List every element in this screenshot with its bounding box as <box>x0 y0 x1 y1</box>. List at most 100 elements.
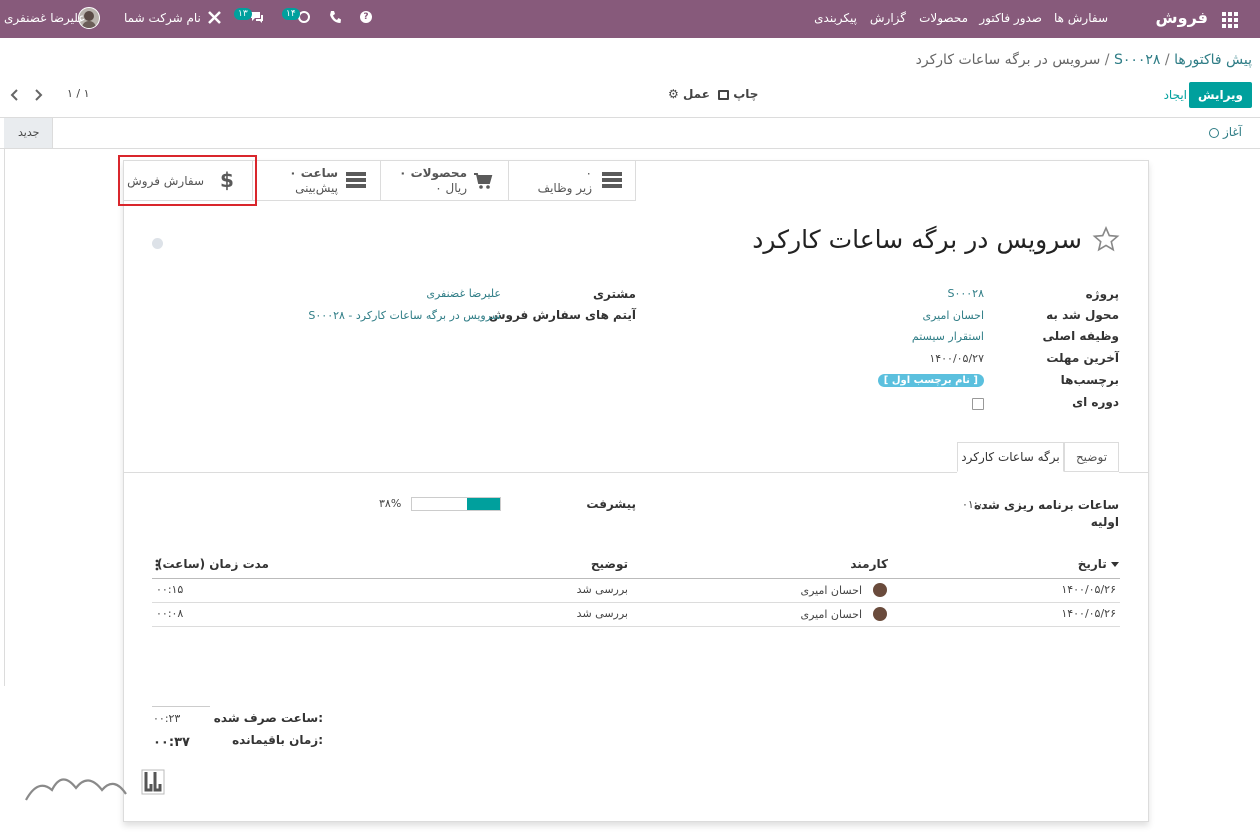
deadline-value[interactable]: ۱۴۰۰/۰۵/۲۷ <box>929 352 984 365</box>
app-name: فروش <box>1155 8 1208 27</box>
company-switcher[interactable]: نام شرکت شما <box>124 11 201 25</box>
print-icon <box>718 89 729 100</box>
tab-description[interactable]: توضیح <box>1064 442 1119 472</box>
table-row-divider <box>152 602 1120 603</box>
column-duration[interactable]: مدت زمان (ساعت) <box>157 557 269 571</box>
stage-start-label: آغاز <box>1222 125 1242 139</box>
pager-previous-icon[interactable] <box>9 88 19 102</box>
column-date-label: تاریخ <box>1077 557 1107 571</box>
row-description[interactable]: بررسی شد <box>577 583 628 596</box>
menu-invoicing[interactable]: صدور فاکتور <box>979 11 1042 25</box>
breadcrumb-order[interactable]: S۰۰۰۲۸ <box>1114 52 1160 68</box>
activities-icon[interactable] <box>298 11 310 23</box>
edit-button[interactable]: ویرایش <box>1188 82 1252 108</box>
subtasks-label: زیر وظایف <box>537 181 592 195</box>
breadcrumb-separator: / <box>1164 52 1170 68</box>
customer-value[interactable]: علیرضا غضنفری <box>426 287 501 300</box>
row-date[interactable]: ۱۴۰۰/۰۵/۲۶ <box>1061 607 1116 620</box>
row-employee[interactable]: احسان امیری <box>800 608 862 621</box>
messages-icon[interactable] <box>250 10 264 24</box>
favorite-star-icon[interactable] <box>1092 225 1120 252</box>
menu-configuration[interactable]: پیکربندی <box>814 11 857 25</box>
column-date[interactable]: تاریخ <box>1078 557 1119 571</box>
apps-menu-icon[interactable] <box>1222 12 1238 28</box>
progress-label: پیشرفت <box>586 497 636 511</box>
subtasks-button[interactable]: ۰ زیر وظایف <box>508 161 636 201</box>
deadline-label: آخرین مهلت <box>1046 351 1119 365</box>
highlight-frame <box>118 155 257 206</box>
assigned-value[interactable]: احسان امیری <box>922 309 984 322</box>
stage-new-label: جدید <box>18 126 40 139</box>
action-label: عمل <box>682 87 710 101</box>
create-button[interactable]: ایجاد <box>1164 88 1187 102</box>
menu-sale-orders[interactable]: سفارش ها <box>1054 11 1108 25</box>
task-title[interactable]: سرویس در برگه ساعات کارکرد <box>752 225 1082 254</box>
tab-timesheets[interactable]: برگه ساعات کارکرد <box>957 442 1064 472</box>
tabs-divider-right <box>1119 472 1148 473</box>
row-date[interactable]: ۱۴۰۰/۰۵/۲۶ <box>1061 583 1116 596</box>
planned-hours-label: ساعات برنامه ریزی شده اولیه <box>974 498 1119 529</box>
spent-hours-value: ۰۰:۲۳ <box>153 712 181 725</box>
column-employee[interactable]: کارمند <box>850 557 888 571</box>
tag-badge[interactable]: [ نام برچسب اول ] <box>877 374 984 387</box>
products-button[interactable]: ۰ محصولات ۰ ریال <box>380 161 508 201</box>
planned-hours-label: پیش‌بینی <box>295 181 338 195</box>
products-count: ۰ محصولات <box>399 166 467 180</box>
optional-columns-icon[interactable] <box>155 559 159 571</box>
assigned-label: محول شد به <box>1046 308 1119 322</box>
employee-avatar <box>873 607 887 621</box>
tab-timesheets-label: برگه ساعات کارکرد <box>961 450 1060 464</box>
stage-start[interactable]: آغاز <box>1209 125 1242 139</box>
watermark-logo <box>18 760 170 810</box>
cart-icon <box>473 172 493 190</box>
project-label: پروژه <box>1085 287 1119 301</box>
activities-badge: ۱۴ <box>282 8 300 20</box>
print-button[interactable]: چاپ <box>718 87 758 101</box>
action-button[interactable]: ⚙ عمل <box>668 87 710 101</box>
breadcrumb: پیش فاکتورها / S۰۰۰۲۸ / سرویس در برگه سا… <box>916 52 1252 68</box>
row-duration[interactable]: ۰۰:۱۵ <box>156 583 183 596</box>
help-icon[interactable]: ? <box>360 11 372 23</box>
parent-task-value[interactable]: استقرار سیستم <box>912 330 984 343</box>
statusbar-divider <box>0 148 1260 149</box>
tab-description-label: توضیح <box>1075 450 1108 464</box>
pager-value[interactable]: ۱ / ۱ <box>67 87 90 100</box>
row-duration[interactable]: ۰۰:۰۸ <box>156 607 183 620</box>
progress-bar-fill <box>467 498 500 510</box>
debug-tools-icon[interactable] <box>208 11 221 24</box>
clock-icon <box>1209 127 1220 138</box>
menu-reporting[interactable]: گزارش <box>870 11 906 25</box>
stage-new[interactable]: جدید <box>4 118 53 148</box>
tags-label: برچسب‌ها <box>1060 373 1119 387</box>
row-employee[interactable]: احسان امیری <box>800 584 862 597</box>
employee-avatar <box>873 583 887 597</box>
kanban-state-dot[interactable] <box>152 238 163 249</box>
row-description[interactable]: بررسی شد <box>577 607 628 620</box>
top-navbar: فروش سفارش ها صدور فاکتور محصولات گزارش … <box>0 0 1260 38</box>
so-item-value[interactable]: S۰۰۰۲۸ - سرویس در برگه ساعات کارکرد <box>308 309 501 322</box>
progress-percent: ۳۸% <box>379 497 402 510</box>
recurring-checkbox[interactable] <box>972 398 984 410</box>
remaining-hours-value: ۰۰:۳۷ <box>153 735 190 750</box>
spent-hours-label: ساعت صرف شده: <box>213 711 323 725</box>
tasks-icon <box>602 172 622 190</box>
sort-caret-icon <box>1111 562 1119 567</box>
tabs-divider <box>124 472 957 473</box>
menu-products[interactable]: محصولات <box>919 11 968 25</box>
table-header-divider <box>152 578 1120 579</box>
control-panel-divider <box>0 117 1260 118</box>
planned-hours-value: ۰ ساعت <box>289 166 338 180</box>
pager-next-icon[interactable] <box>34 88 44 102</box>
remaining-hours-label: زمان باقیمانده: <box>232 733 323 747</box>
planned-hours-button[interactable]: ۰ ساعت پیش‌بینی <box>252 161 380 201</box>
project-value[interactable]: S۰۰۰۲۸ <box>947 287 984 300</box>
planned-hours-field[interactable]: ۰۱:۰۰ <box>962 498 989 511</box>
column-description[interactable]: توضیح <box>591 557 628 571</box>
print-label: چاپ <box>733 87 759 101</box>
table-row-divider <box>152 626 1120 627</box>
customer-label: مشتری <box>592 287 636 301</box>
user-menu[interactable]: علیرضا غضنفری <box>4 11 85 25</box>
totals-divider <box>152 706 210 707</box>
phone-icon[interactable] <box>329 10 341 24</box>
breadcrumb-quotations[interactable]: پیش فاکتورها <box>1174 52 1252 68</box>
